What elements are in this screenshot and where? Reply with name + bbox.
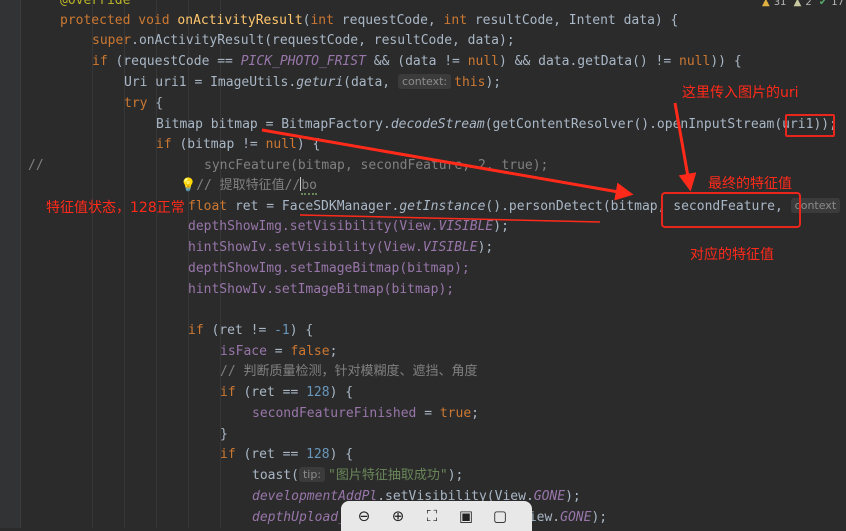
arrow-uri-to-feature	[673, 102, 697, 192]
fit-screen-icon[interactable]: ⛶	[415, 504, 449, 528]
corresponding-feature-note: 对应的特征值	[690, 247, 774, 263]
underline-ret	[299, 214, 601, 223]
annotation-arrows	[261, 102, 697, 223]
uri-note: 这里传入图片的uri	[682, 85, 799, 101]
comment-icon[interactable]: ▢	[483, 504, 517, 528]
zoom-in-icon[interactable]: ⊕	[381, 504, 415, 528]
zoom-out-icon[interactable]: ⊖	[347, 504, 381, 528]
status-note: 特征值状态，128正常	[46, 200, 185, 216]
arrow-bitmap-to-feature	[261, 128, 634, 201]
floating-toolbar: ⊖ ⊕ ⛶ ▣ ▢	[341, 501, 532, 531]
present-icon[interactable]: ▣	[449, 504, 483, 528]
final-feature-note: 最终的特征值	[708, 176, 792, 192]
